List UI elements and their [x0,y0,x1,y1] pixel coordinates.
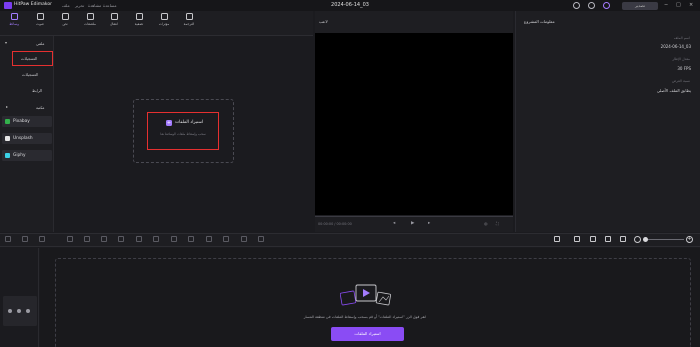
tab-transitions[interactable]: انتقال [102,13,126,26]
track-visibility-icon[interactable] [8,309,12,313]
timeline-import-button[interactable]: استيراد الملفات [331,327,404,341]
filter-icon [135,13,143,20]
import-files-label: استيراد الملفات [175,120,204,125]
giphy-icon [5,153,10,158]
sidebar-section-project[interactable]: ملفي [0,41,54,46]
account-icon[interactable] [603,2,610,9]
menu-view[interactable]: مشاهدة [88,3,101,8]
tab-filters[interactable]: تصفية [127,13,151,26]
app-name: HitPaw Edimakor [14,2,52,7]
sidebar-item-local[interactable]: التسجيلات [12,51,53,66]
mirror-icon[interactable] [136,236,142,242]
app-logo-icon [4,2,12,9]
preview-track-icon[interactable] [605,236,611,242]
stabilize-icon[interactable] [223,236,229,242]
media-icon [10,13,18,20]
maximize-icon[interactable]: □ [676,2,681,8]
tab-audio[interactable]: صوت [28,13,52,26]
field-aspect-key: نسبة العرض [671,79,690,83]
media-illustration-icon [340,284,392,306]
color-icon[interactable] [206,236,212,242]
zoom-slider[interactable] [646,239,684,240]
split-icon[interactable] [67,236,73,242]
snapshot-icon[interactable]: ◎ [484,221,488,226]
text-icon [61,13,69,20]
timeline-hint: انقر فوق الزر "استيراد الملفات" أو قم بس… [303,315,427,319]
menu-help[interactable]: مساعدة [103,3,117,8]
sidebar-item-recordings[interactable]: التسجيلات [0,72,54,77]
menu-edit[interactable]: تحرير [75,3,84,8]
fit-timeline-icon[interactable] [620,236,626,242]
zoom-out-icon[interactable] [634,236,641,243]
properties-title: معلومات المشروع [524,19,555,24]
zoom-slider-handle[interactable] [643,237,648,242]
freeze-icon[interactable] [118,236,124,242]
source-pixabay[interactable]: Pixabay [2,116,52,127]
microphone-icon[interactable] [554,236,560,242]
import-files-button[interactable] [147,112,219,150]
field-name-value: 2024-06-14_03 [660,44,691,49]
effects-icon [160,13,168,20]
seek-bar[interactable] [315,216,513,217]
tab-media[interactable]: وسائط [2,13,26,26]
field-fps-value: 30 FPS [677,66,691,71]
track-mute-icon[interactable] [26,309,30,313]
speed-icon[interactable] [84,236,90,242]
redo-icon[interactable] [22,236,28,242]
undo-icon[interactable] [5,236,11,242]
audio-detach-icon[interactable] [241,236,247,242]
close-icon[interactable]: × [689,2,693,8]
field-name-key: اسم الملف [673,36,690,40]
tab-subtitles[interactable]: الترجمة [177,13,201,26]
sidebar-item-cloud[interactable]: الرابط [0,88,54,93]
source-giphy[interactable]: Giphy [2,150,52,161]
help-icon[interactable] [588,2,595,9]
link-icon[interactable] [574,236,580,242]
rotate-icon[interactable] [153,236,159,242]
tab-effects[interactable]: مؤثرات [152,13,176,26]
pixabay-icon [5,119,10,124]
subtitle-icon [185,13,193,20]
zoom-in-icon[interactable]: + [686,235,693,243]
tab-stickers[interactable]: ملصقات [78,13,102,26]
import-hint: سحب وإسقاط ملفات الوسائط هنا [160,132,206,136]
sticker-icon [86,13,94,20]
document-title: 2024-06-14_03 [331,2,369,8]
play-icon[interactable]: ▶ [411,221,414,226]
audio-icon [36,13,44,20]
mask-icon[interactable] [171,236,177,242]
player-header [315,11,513,33]
export-button[interactable]: تصدير [622,1,658,10]
player-title: لاعب [319,19,328,24]
previous-frame-icon[interactable]: ◂ [393,221,395,226]
field-aspect-value: يطابق الملف الأصلي [656,88,691,93]
track-lock-icon[interactable] [17,309,21,313]
sidebar-section-library[interactable]: مكتبة [0,105,54,110]
menu-file[interactable]: ملف [62,3,70,8]
keyframe-icon[interactable] [188,236,194,242]
crop-icon[interactable] [101,236,107,242]
snap-icon[interactable] [590,236,596,242]
tab-text[interactable]: نص [53,13,77,26]
record-icon[interactable] [258,236,264,242]
plus-icon: + [166,120,172,126]
timecode: 00:00:00 / 00:00:00 [318,222,352,226]
preview-screen [315,33,513,215]
feedback-icon[interactable] [573,2,580,9]
field-fps-key: معدل الإطار [672,57,690,61]
source-unsplash[interactable]: Unsplash [2,133,52,144]
delete-icon[interactable] [39,236,45,242]
transition-icon [110,13,118,20]
fullscreen-icon[interactable]: ⛶ [496,221,499,226]
next-frame-icon[interactable]: ▸ [428,221,430,226]
unsplash-icon [5,136,10,141]
minimize-icon[interactable]: − [664,2,668,8]
